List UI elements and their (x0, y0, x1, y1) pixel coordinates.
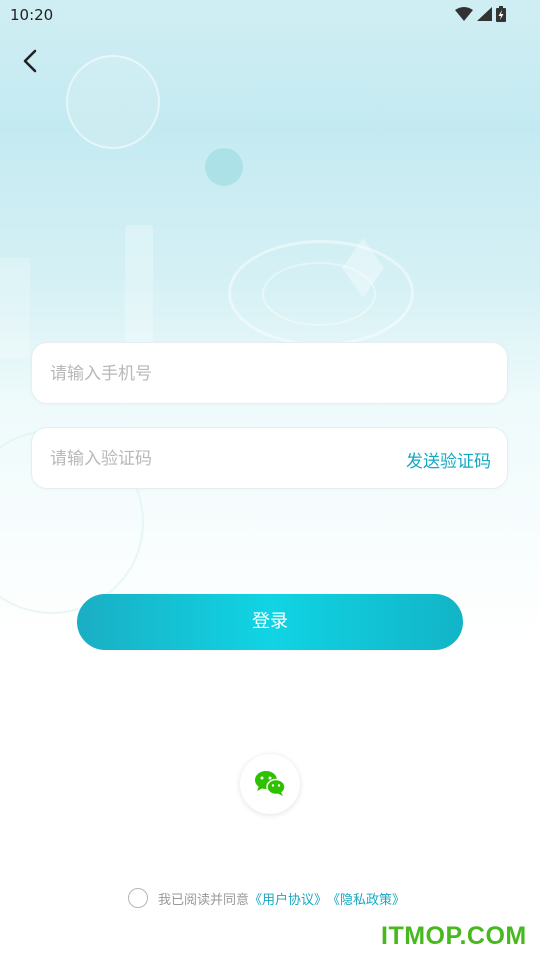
phone-input[interactable] (48, 343, 492, 405)
status-icons (455, 6, 506, 22)
agreement-row: 我已阅读并同意 《用户协议》 《隐私政策》 (128, 886, 405, 910)
decor-circle (66, 55, 160, 149)
back-button[interactable] (14, 44, 48, 78)
signal-icon (477, 7, 492, 21)
agreement-checkbox[interactable] (128, 888, 148, 908)
wifi-icon (455, 7, 473, 21)
agreement-prefix: 我已阅读并同意 (158, 892, 250, 908)
code-input-card: 发送验证码 (31, 427, 508, 490)
wechat-login-button[interactable] (240, 754, 300, 814)
login-button[interactable]: 登录 (77, 594, 463, 650)
status-time: 10:20 (10, 6, 54, 24)
decor-dot (205, 148, 243, 186)
privacy-policy-link[interactable]: 《隐私政策》 (327, 889, 405, 908)
send-code-button[interactable]: 发送验证码 (406, 447, 491, 472)
decor-bar (125, 225, 153, 345)
chevron-left-icon (23, 49, 37, 73)
site-watermark: ITMOP.COM (381, 922, 527, 950)
header-background (0, 0, 540, 640)
wechat-icon (255, 771, 286, 796)
phone-input-card (31, 342, 508, 405)
verification-code-input[interactable] (48, 428, 382, 490)
decor-bar (0, 258, 30, 358)
battery-charging-icon (496, 6, 506, 22)
user-agreement-link[interactable]: 《用户协议》 (249, 889, 327, 908)
status-bar: 10:20 (0, 0, 540, 30)
